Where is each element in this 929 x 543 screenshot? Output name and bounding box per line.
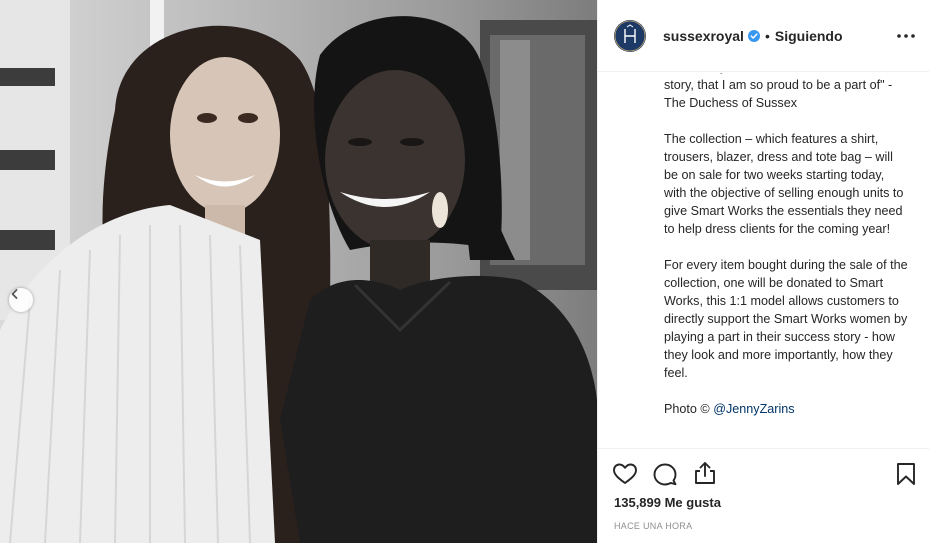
caption-paragraph: another layer to this communal success s… [664,73,893,110]
post-side-panel: sussexroyal • Siguiendo another layer to… [597,0,929,543]
monogram-icon [614,20,646,51]
photo-credit: Photo © @JennyZarins [664,400,910,418]
like-button[interactable] [612,461,638,487]
carousel-prev-button[interactable] [9,288,33,312]
comment-icon [653,463,677,486]
heart-icon [613,463,637,484]
following-button[interactable]: Siguiendo [775,28,843,44]
post-actions: 135,899 Me gusta HACE UNA HORA [598,448,929,543]
save-button[interactable] [893,461,919,487]
separator-dot: • [764,27,770,44]
post-header: sussexroyal • Siguiendo [598,0,929,72]
photo-credit-prefix: Photo © [664,402,714,416]
chevron-left-icon [11,289,18,299]
more-options-button[interactable] [896,26,916,46]
caption-paragraph: For every item bought during the sale of… [664,258,908,380]
share-button[interactable] [692,460,718,486]
share-icon [695,462,715,484]
comment-button[interactable] [652,461,678,487]
post-timestamp[interactable]: HACE UNA HORA [614,521,692,531]
photo-image [0,0,597,543]
bookmark-icon [897,463,915,485]
username-link[interactable]: sussexroyal [663,28,744,44]
avatar[interactable] [614,19,646,52]
verified-badge-icon [747,29,760,42]
caption-scroll-area[interactable]: another layer to this communal success s… [598,73,929,448]
caption-paragraph: The collection – which features a shirt,… [664,132,904,236]
mention-link[interactable]: @JennyZarins [713,402,794,416]
like-count[interactable]: 135,899 Me gusta [614,495,721,510]
post-photo[interactable] [0,0,597,543]
caption-text: another layer to this communal success s… [664,73,910,436]
ellipsis-icon [897,34,915,38]
